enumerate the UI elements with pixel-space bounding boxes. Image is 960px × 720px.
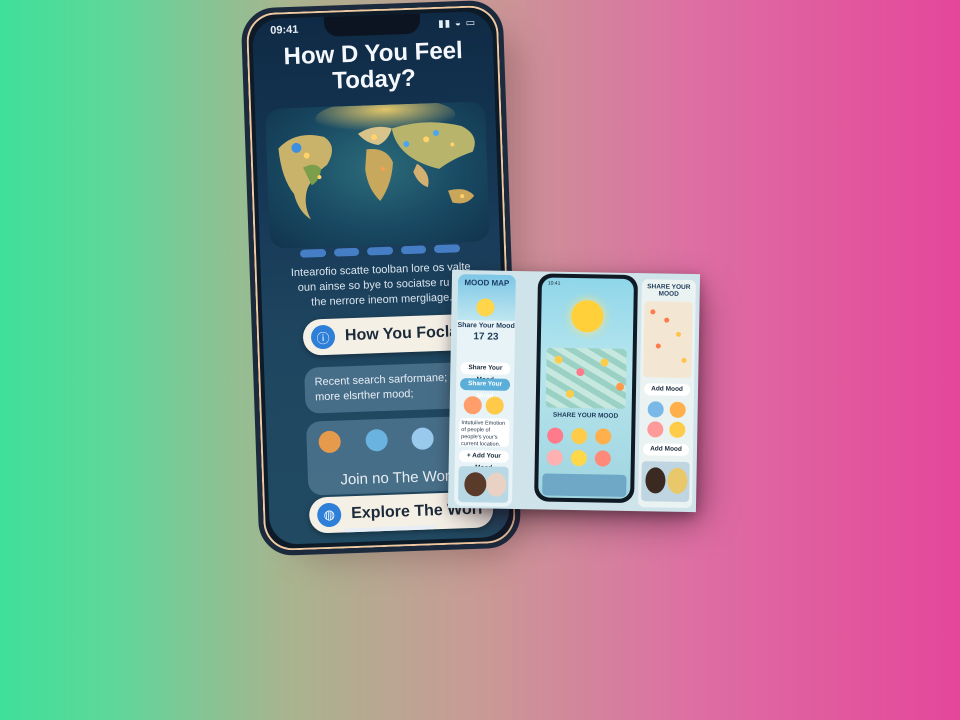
- emoji-icon[interactable]: [570, 449, 587, 467]
- mood-map-title: MOOD MAP: [464, 278, 510, 288]
- share-mood-title: SHARE YOUR MOOD: [647, 283, 691, 298]
- add-mood-button-2[interactable]: Add Mood: [642, 443, 690, 457]
- mood-pin-icon[interactable]: [565, 389, 575, 398]
- mood-stats: 17 23: [473, 331, 499, 343]
- emoji-icon[interactable]: [669, 421, 686, 438]
- mood-map[interactable]: [545, 347, 627, 409]
- mood-map-panel: MOOD MAP Share Your Mood 17 23 Share You…: [453, 273, 517, 507]
- info-icon: ⓘ: [310, 324, 336, 350]
- indicator-dot: [400, 245, 427, 255]
- mood-phone-screen: 10:41 SHARE YOUR MOOD: [538, 277, 634, 499]
- mood-map-preview[interactable]: [643, 301, 693, 379]
- page-title: How D You Feel Today?: [283, 37, 464, 95]
- emoji-icon[interactable]: [571, 427, 588, 445]
- emoji-icon[interactable]: [669, 401, 686, 418]
- avatar: [486, 472, 507, 497]
- subtitle: Share Your Mood: [457, 321, 515, 330]
- world-map[interactable]: [265, 101, 490, 249]
- sun-smiley-icon: [571, 299, 604, 333]
- mood-phone-time: 10:41: [547, 280, 561, 287]
- mood-map-header: MOOD MAP: [457, 273, 517, 321]
- phone-notch: [323, 13, 421, 37]
- avatar: [645, 467, 666, 494]
- map-marker: [650, 309, 656, 315]
- info-text: Intutuiive Emotion of people of people's…: [459, 418, 510, 448]
- emoji-icon[interactable]: [546, 449, 563, 466]
- emoji-icon[interactable]: [594, 450, 611, 467]
- globe-icon: ◍: [316, 502, 342, 528]
- add-mood-button[interactable]: + Add Your Mood: [458, 450, 509, 472]
- share-mood-button[interactable]: Share Your Mood: [460, 362, 511, 384]
- share-mood-button-2[interactable]: Share Your Mood: [459, 378, 511, 400]
- description-text: Intearofio scatte toolban lore os valte …: [290, 260, 471, 309]
- share-mood-label: SHARE YOUR MOOD: [552, 411, 619, 420]
- heart-icon: [318, 430, 342, 454]
- indicator-dot: [333, 247, 360, 257]
- map-marker: [664, 317, 670, 323]
- map-marker: [681, 357, 687, 363]
- map-marker: [655, 343, 661, 349]
- shield-icon: [365, 428, 388, 452]
- emoji-icon: [485, 396, 504, 415]
- status-time: 09:41: [270, 23, 299, 37]
- mood-phone-mockup: 10:41 SHARE YOUR MOOD: [534, 273, 639, 504]
- chat-icon: [411, 427, 435, 451]
- mood-pin-icon[interactable]: [576, 368, 585, 377]
- avatar-row: [542, 473, 627, 497]
- smiley-icon: [476, 298, 495, 317]
- mood-app-composite: MOOD MAP Share Your Mood 17 23 Share You…: [447, 269, 701, 513]
- emoji-icon[interactable]: [647, 401, 664, 418]
- mood-pin-icon[interactable]: [616, 382, 625, 391]
- indicator-dot: [299, 248, 326, 258]
- avatar-strip-right: [641, 461, 690, 503]
- emoji-icon[interactable]: [595, 428, 612, 445]
- mood-pin-icon[interactable]: [600, 358, 609, 367]
- avatar-strip: [458, 465, 509, 503]
- indicator-dot: [367, 246, 393, 256]
- mood-pin-icon[interactable]: [554, 355, 563, 364]
- emoji-icon[interactable]: [647, 421, 664, 438]
- add-mood-button-1[interactable]: Add Mood: [643, 383, 691, 397]
- emoji-icon[interactable]: [547, 427, 564, 444]
- world-map-graphic: [278, 101, 475, 220]
- map-marker: [675, 331, 682, 337]
- avatar: [667, 467, 688, 494]
- emoji-icon: [463, 396, 482, 415]
- avatar: [464, 472, 487, 497]
- share-mood-panel: SHARE YOUR MOOD Add Mood Add Mood: [637, 279, 696, 509]
- indicator-dot: [434, 244, 461, 254]
- status-icons: ▮▮ ◒ ▭: [437, 17, 477, 30]
